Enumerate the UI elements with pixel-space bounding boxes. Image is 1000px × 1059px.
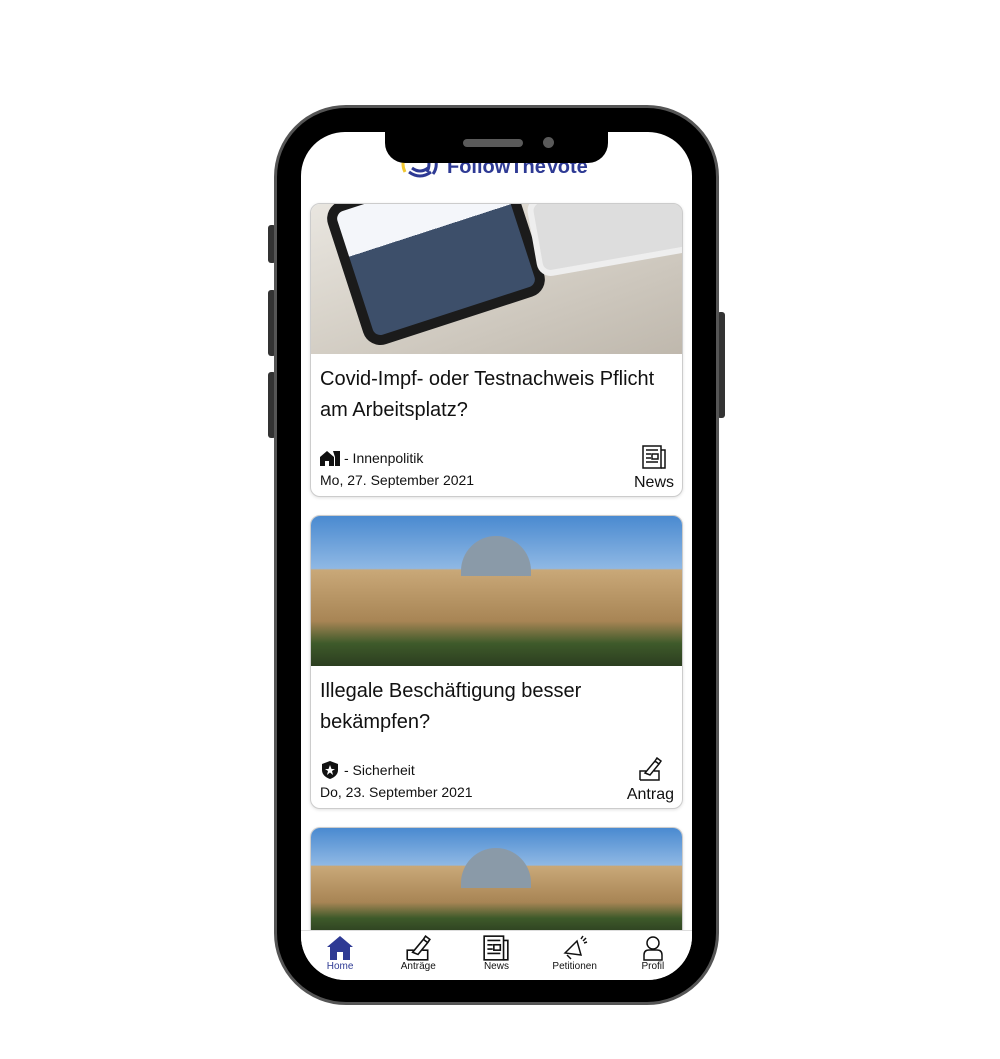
nav-label: Petitionen <box>552 961 597 972</box>
card-title: Illegale Beschäftigung besser bekämpfen? <box>320 680 582 733</box>
nav-label: Home <box>326 961 354 972</box>
shield-star-icon <box>322 761 338 779</box>
card-category: - Sicherheit <box>344 762 415 778</box>
card-type: News <box>634 445 674 492</box>
card-type: Antrag <box>626 756 674 804</box>
nav-news[interactable]: News <box>461 935 531 980</box>
home-icon <box>327 936 354 960</box>
app-screen: FollowTheVote Covid-Impf- oder Testnachw… <box>301 132 692 980</box>
nav-label: Profil <box>641 961 665 972</box>
camera <box>543 137 554 148</box>
nav-label: News <box>483 961 509 972</box>
card-image <box>311 204 682 354</box>
card-date: Mo, 27. September 2021 <box>320 472 475 488</box>
nav-home[interactable]: Home <box>305 935 375 980</box>
card-category: - Innenpolitik <box>344 450 424 466</box>
card-title: Covid-Impf- oder Testnachweis Pflicht am… <box>320 368 655 421</box>
card-image <box>311 516 682 666</box>
nav-profil[interactable]: Profil <box>618 935 688 980</box>
megaphone-icon <box>563 935 587 960</box>
notch <box>385 130 608 163</box>
nav-petitionen[interactable]: Petitionen <box>540 935 610 980</box>
newspaper-icon <box>483 935 510 961</box>
house-icon <box>320 451 340 466</box>
nav-antraege[interactable]: Anträge <box>383 935 453 980</box>
newspaper-icon <box>642 445 666 469</box>
nav-label: Anträge <box>400 961 436 972</box>
ballot-icon <box>639 756 663 781</box>
speaker <box>463 139 523 147</box>
user-icon <box>643 936 663 961</box>
card-type-label: News <box>633 474 674 491</box>
card-type-label: Antrag <box>626 786 674 803</box>
card-date: Do, 23. September 2021 <box>320 784 473 800</box>
bottom-nav: Home Anträge News Petitionen Profil <box>301 930 692 980</box>
ballot-icon <box>406 935 432 961</box>
news-card[interactable]: Covid-Impf- oder Testnachweis Pflicht am… <box>310 203 683 497</box>
antrag-card[interactable] <box>310 827 683 933</box>
card-image <box>311 828 682 933</box>
antrag-card[interactable]: Illegale Beschäftigung besser bekämpfen?… <box>310 515 683 809</box>
